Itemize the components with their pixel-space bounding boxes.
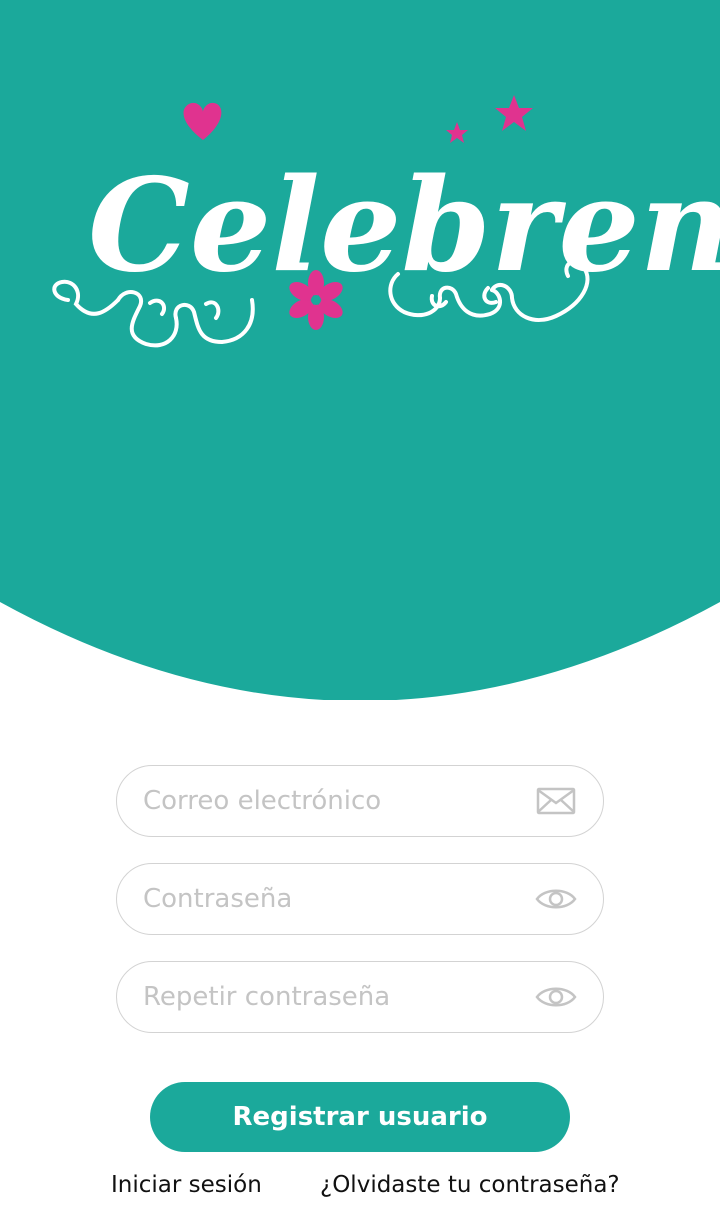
repeat-password-field[interactable] [143,962,513,1032]
auth-links: Iniciar sesión ¿Olvidaste tu contraseña? [0,1172,720,1208]
email-field[interactable] [143,766,513,836]
registration-form [116,765,604,1059]
register-user-button[interactable]: Registrar usuario [150,1082,570,1152]
envelope-icon [535,786,577,816]
header-banner: Celebren [0,0,720,700]
password-field[interactable] [143,864,513,934]
repeat-password-field-container [116,961,604,1033]
logo-text: Celebren [88,151,720,301]
forgot-password-link[interactable]: ¿Olvidaste tu contraseña? [320,1172,620,1198]
email-field-container [116,765,604,837]
eye-icon[interactable] [535,982,577,1012]
login-link[interactable]: Iniciar sesión [111,1172,262,1198]
password-field-container [116,863,604,935]
header-background: Celebren [0,0,720,700]
eye-icon[interactable] [535,884,577,914]
